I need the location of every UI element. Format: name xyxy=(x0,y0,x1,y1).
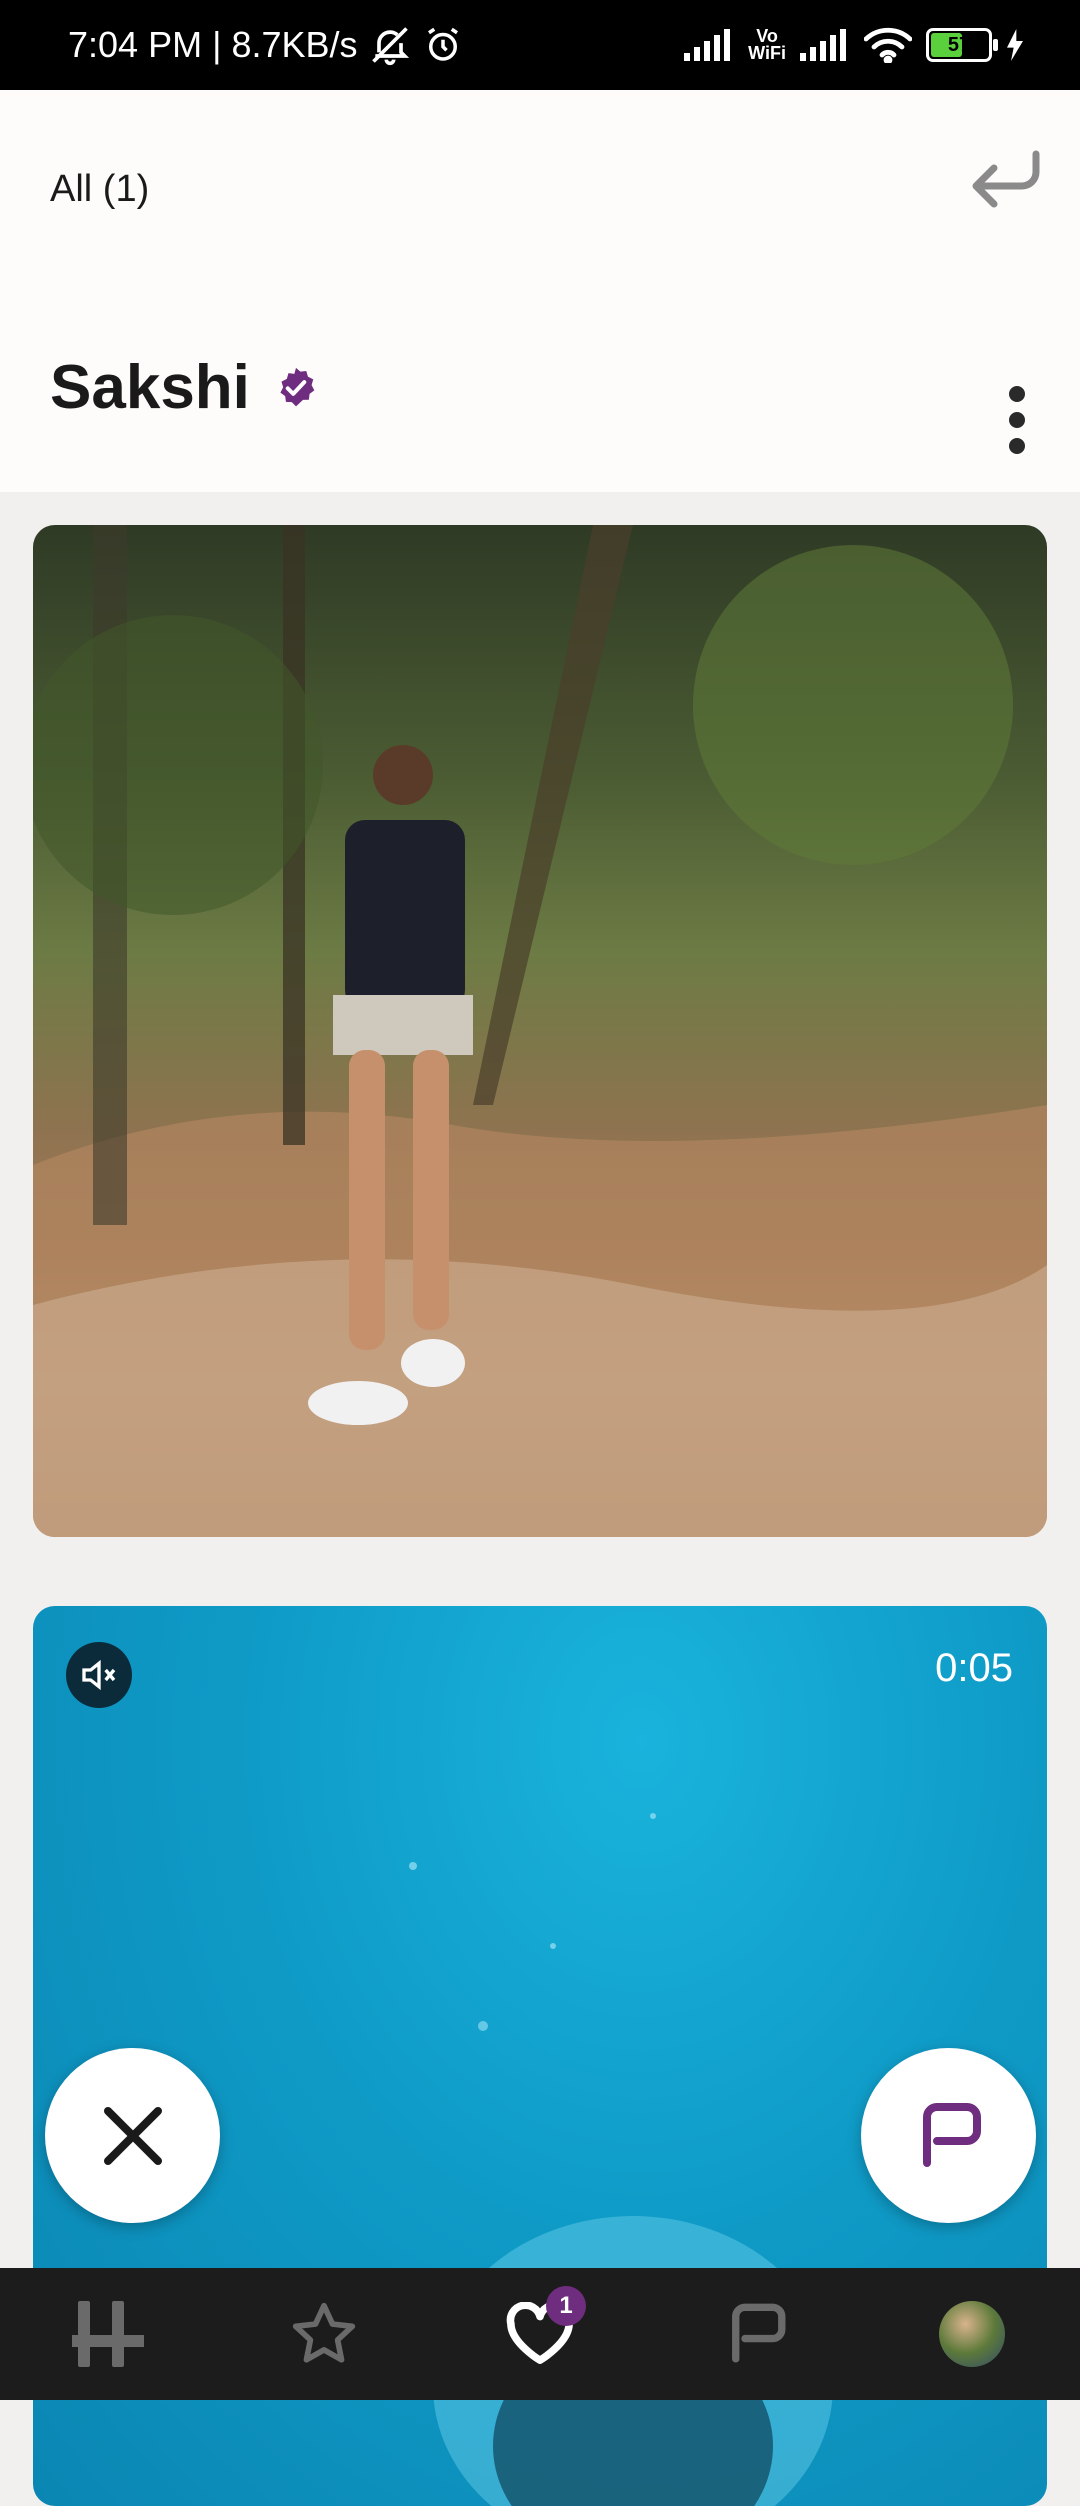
nav-standouts[interactable] xyxy=(264,2274,384,2394)
status-left: 7:04 PM | 8.7KB/s xyxy=(68,0,464,90)
video-timestamp: 0:05 xyxy=(935,1646,1013,1690)
pass-button[interactable] xyxy=(45,2048,220,2223)
battery-cap xyxy=(993,39,998,51)
profile-header: All (1) Sakshi xyxy=(0,90,1080,492)
undo-button[interactable] xyxy=(966,148,1046,220)
signal-icon xyxy=(684,29,731,61)
status-bar: 7:04 PM | 8.7KB/s Vo WiFi 57 xyxy=(0,0,1080,90)
signal-icon-2 xyxy=(800,29,846,61)
more-vertical-icon xyxy=(1009,386,1025,454)
avatar xyxy=(939,2301,1005,2367)
bottom-navigation: 1 xyxy=(0,2268,1080,2400)
verified-badge-icon xyxy=(280,367,315,406)
nav-discover[interactable] xyxy=(48,2274,168,2394)
charging-icon xyxy=(1007,29,1023,61)
star-icon xyxy=(292,2302,356,2363)
battery-indicator: 57 xyxy=(926,28,998,62)
comment-button[interactable] xyxy=(861,2048,1036,2223)
profile-photo[interactable] xyxy=(33,525,1047,1537)
profile-name: Sakshi xyxy=(50,353,250,422)
forest-photo-placeholder xyxy=(33,525,1047,1537)
nav-likes-you[interactable]: 1 xyxy=(480,2274,600,2394)
battery-percent: 57 xyxy=(947,33,971,56)
status-network-speed: 8.7KB/s xyxy=(231,24,358,65)
wifi-icon xyxy=(864,27,912,63)
nav-matches[interactable] xyxy=(696,2274,816,2394)
status-time: 7:04 PM xyxy=(68,24,203,65)
likes-badge: 1 xyxy=(546,2286,586,2326)
filter-dropdown[interactable]: All (1) xyxy=(50,168,149,211)
chat-icon xyxy=(732,2303,786,2363)
speech-bubble-icon xyxy=(922,2102,981,2167)
undo-arrow-icon xyxy=(972,150,1040,208)
name-row: Sakshi xyxy=(50,352,318,423)
speaker-muted-icon xyxy=(82,1659,116,1691)
hinge-logo-icon xyxy=(72,2301,144,2367)
bell-muted-icon xyxy=(371,27,409,66)
nav-profile[interactable] xyxy=(912,2274,1032,2394)
mute-button[interactable] xyxy=(66,1642,132,1708)
more-options-button[interactable] xyxy=(1002,380,1032,460)
x-icon xyxy=(103,2106,162,2165)
status-separator: | xyxy=(212,24,222,65)
alarm-icon xyxy=(427,27,458,61)
vowifi-bottom: WiFi xyxy=(748,43,786,63)
status-right: Vo WiFi 57 xyxy=(684,0,1024,90)
vowifi-indicator: Vo WiFi xyxy=(748,27,786,63)
